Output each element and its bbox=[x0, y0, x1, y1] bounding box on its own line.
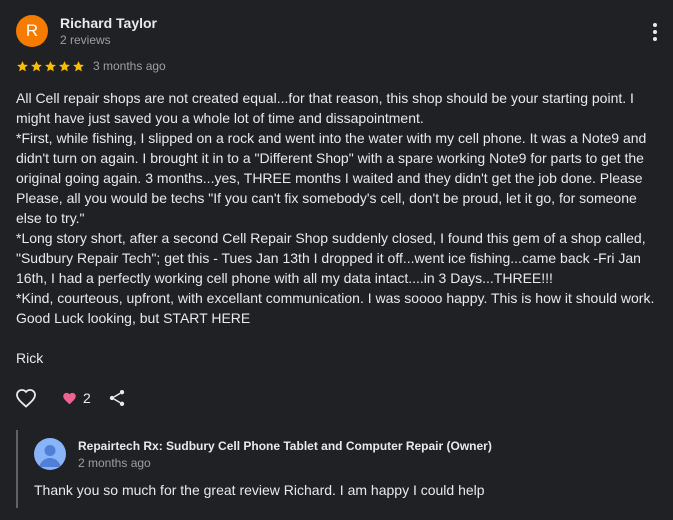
author-avatar[interactable]: R bbox=[16, 15, 48, 47]
star-icon bbox=[73, 60, 84, 71]
person-avatar-icon bbox=[34, 438, 66, 470]
reaction-bar: 2 bbox=[14, 386, 127, 410]
more-options-button[interactable] bbox=[645, 22, 665, 42]
more-vert-icon-dot bbox=[653, 37, 657, 41]
review-time: 3 months ago bbox=[93, 59, 166, 73]
rating-row: 3 months ago bbox=[16, 59, 166, 73]
reaction-count: 2 bbox=[83, 390, 91, 406]
owner-reply-text: Thank you so much for the great review R… bbox=[34, 482, 485, 498]
star-rating bbox=[16, 60, 85, 73]
author-name[interactable]: Richard Taylor bbox=[60, 15, 157, 31]
share-icon[interactable] bbox=[107, 388, 127, 408]
more-vert-icon-dot bbox=[653, 23, 657, 27]
review-text: All Cell repair shops are not created eq… bbox=[16, 90, 655, 366]
owner-reply: Repairtech Rx: Sudbury Cell Phone Tablet… bbox=[16, 430, 656, 508]
more-vert-icon-dot bbox=[653, 30, 657, 34]
owner-reply-time: 2 months ago bbox=[78, 456, 151, 470]
owner-name: Repairtech Rx: Sudbury Cell Phone Tablet… bbox=[78, 439, 492, 453]
star-icon bbox=[45, 60, 56, 71]
avatar-initial: R bbox=[25, 21, 39, 40]
reaction-count-button[interactable]: 2 bbox=[62, 390, 91, 406]
heart-outline-icon[interactable] bbox=[14, 386, 38, 410]
star-icon bbox=[31, 60, 42, 71]
star-icon bbox=[17, 60, 28, 71]
author-review-count: 2 reviews bbox=[60, 33, 111, 47]
heart-filled-icon bbox=[63, 392, 76, 405]
star-icon bbox=[59, 60, 70, 71]
